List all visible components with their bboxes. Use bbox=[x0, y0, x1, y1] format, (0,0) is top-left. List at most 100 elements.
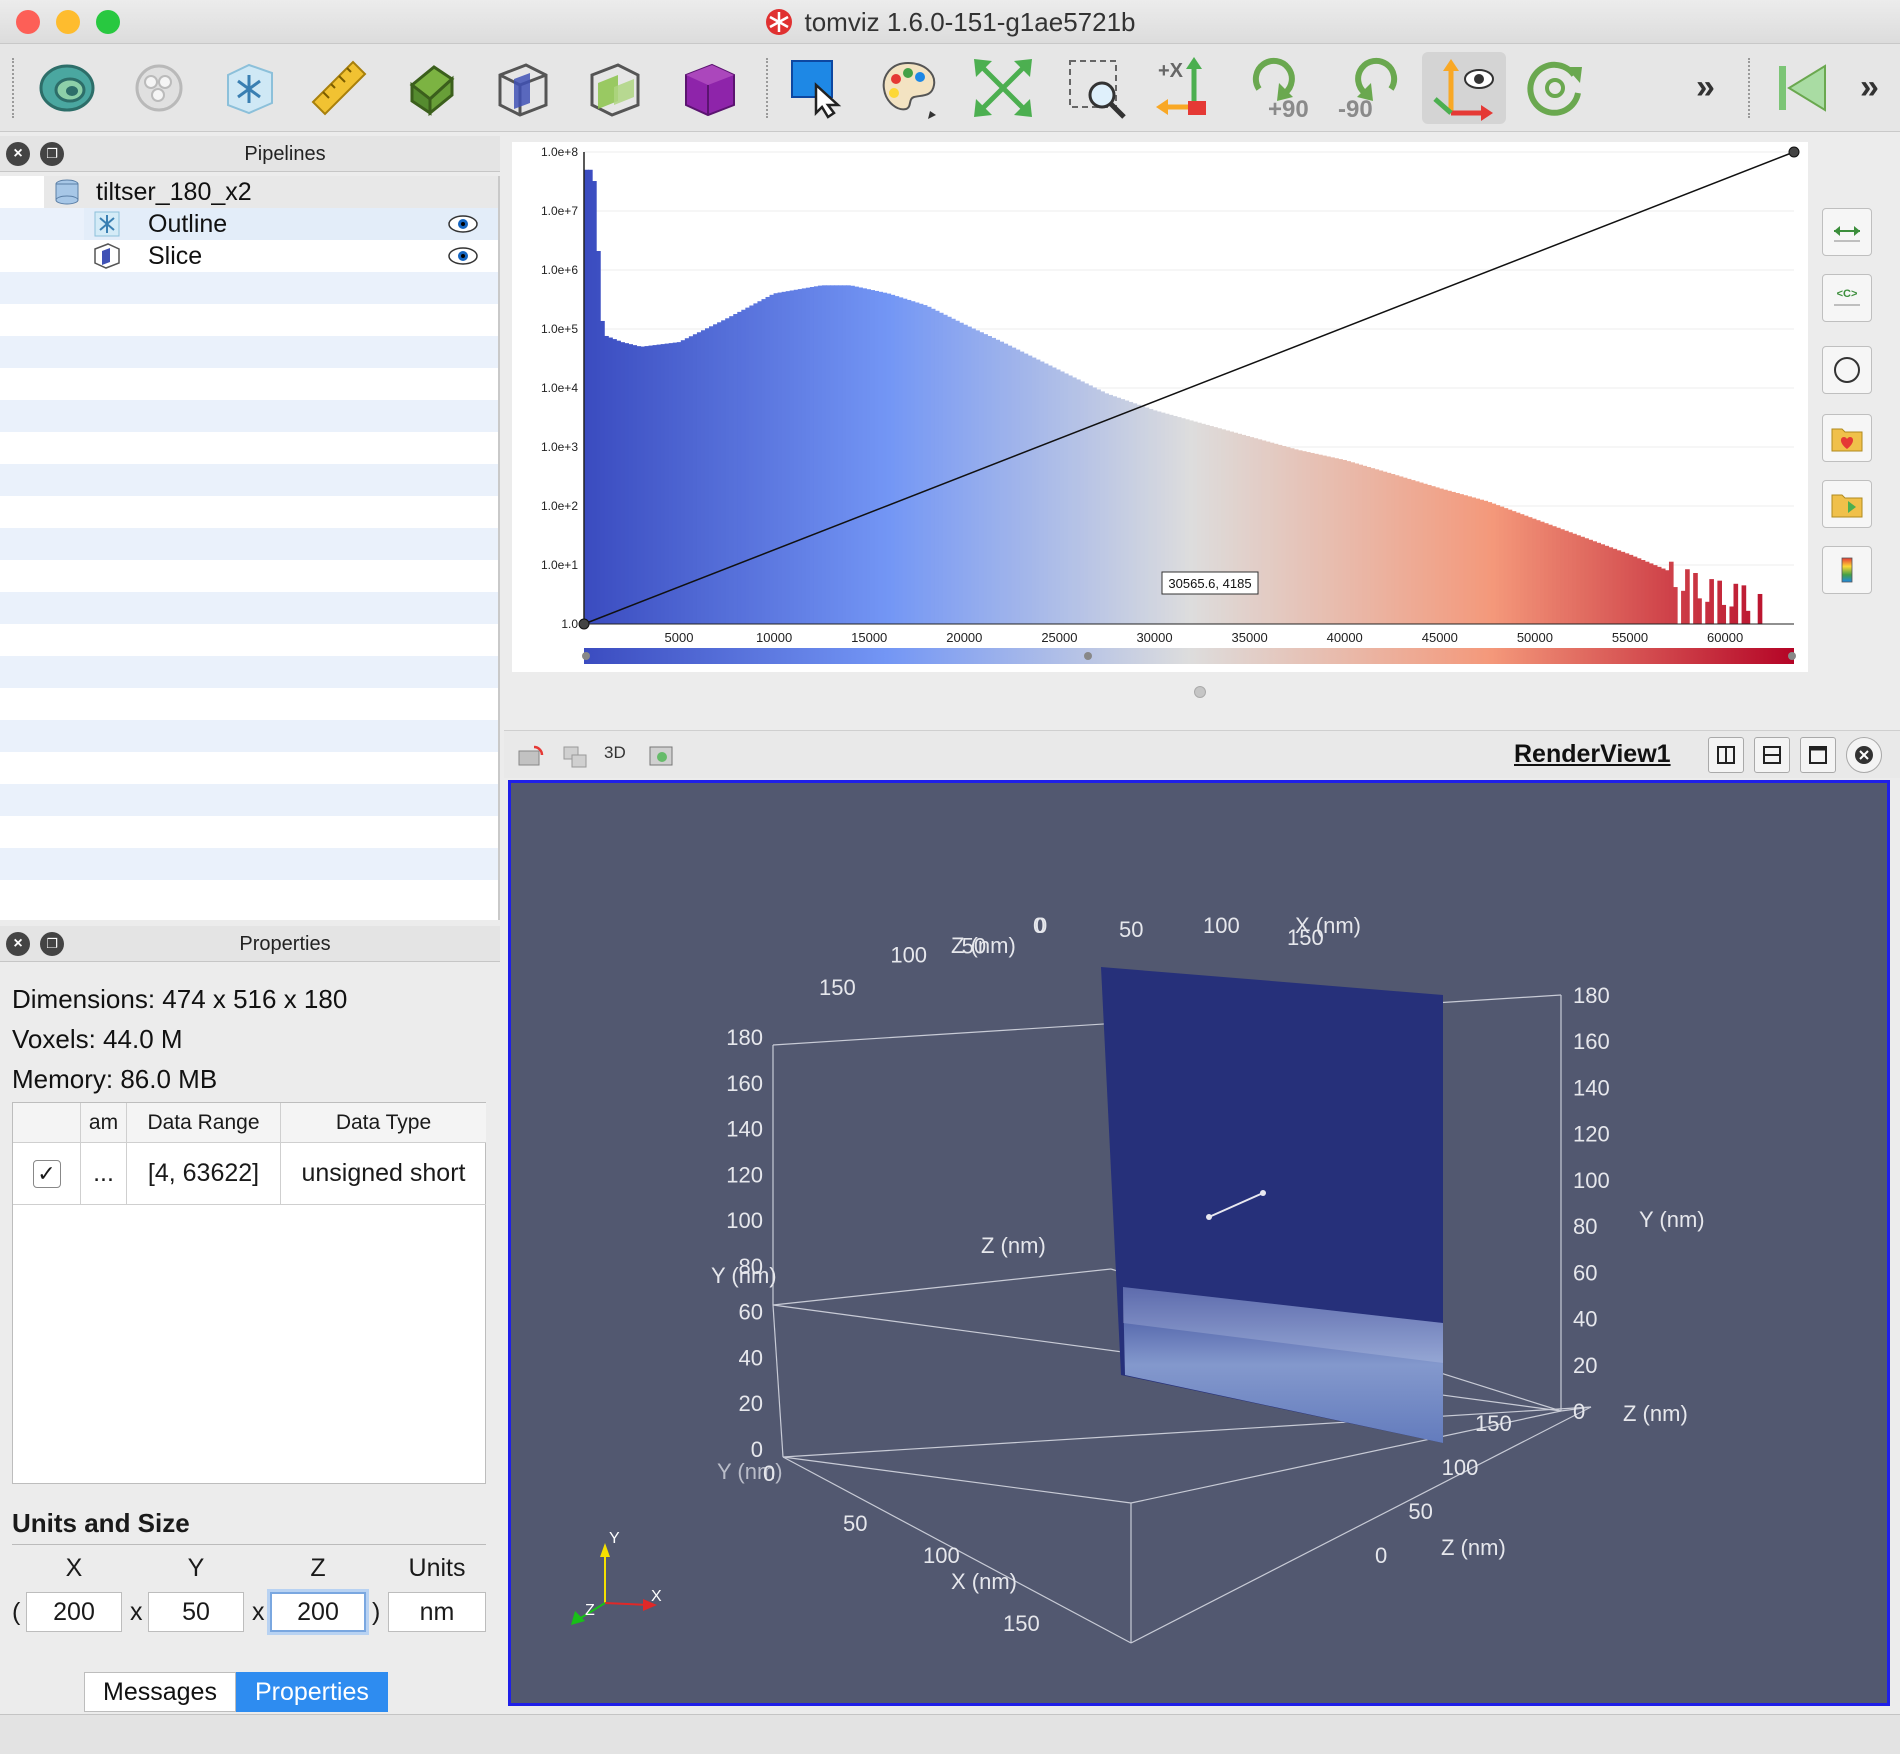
outline-button[interactable] bbox=[210, 52, 288, 124]
close-view-button[interactable] bbox=[1846, 737, 1882, 773]
histogram-tooltip-text: 30565.6, 4185 bbox=[1168, 576, 1251, 591]
outline-visibility-eye-icon[interactable] bbox=[448, 215, 478, 233]
histogram-bar bbox=[1539, 521, 1545, 624]
histogram-bar bbox=[959, 322, 964, 624]
color-map-bar[interactable] bbox=[584, 648, 1794, 664]
load-preset-button[interactable] bbox=[1822, 480, 1872, 528]
left-y-tick-label: 80 bbox=[739, 1254, 763, 1279]
color-legend-button[interactable] bbox=[1822, 546, 1872, 594]
left-y-tick-label: 160 bbox=[726, 1071, 763, 1096]
pipeline-tree[interactable]: tiltser_180_x2 Outline Slice bbox=[0, 176, 500, 920]
bottom-z-tick-label: 50 bbox=[1408, 1499, 1432, 1524]
segment-button[interactable] bbox=[120, 52, 198, 124]
histogram-bar bbox=[930, 308, 936, 624]
histogram-bar bbox=[1116, 397, 1122, 624]
opacity-control-point-start[interactable] bbox=[578, 618, 590, 630]
split-horizontal-button[interactable] bbox=[1708, 737, 1744, 773]
histogram-tooltip: 30565.6, 4185 bbox=[1161, 571, 1259, 595]
histogram-bar bbox=[1374, 469, 1380, 624]
capture-screenshot-button[interactable] bbox=[516, 741, 546, 771]
custom-range-button[interactable]: <C> bbox=[1822, 274, 1872, 322]
color-point-low[interactable] bbox=[582, 652, 590, 660]
capture-view-button[interactable] bbox=[646, 741, 676, 771]
volume-button[interactable] bbox=[670, 52, 748, 124]
split-vertical-button[interactable] bbox=[1754, 737, 1790, 773]
link-camera-button[interactable] bbox=[560, 741, 590, 771]
histogram-bar bbox=[1697, 598, 1702, 624]
size-y-input[interactable]: 50 bbox=[148, 1592, 244, 1632]
left-y-tick-label: 120 bbox=[726, 1162, 763, 1187]
tab-properties[interactable]: Properties bbox=[235, 1672, 388, 1712]
pipeline-item-slice-label: Slice bbox=[148, 241, 203, 270]
ruler-button[interactable] bbox=[300, 52, 378, 124]
screenshot-icon bbox=[649, 746, 673, 766]
size-z-input[interactable]: 200 bbox=[270, 1592, 366, 1632]
histogram-bar bbox=[1648, 563, 1654, 624]
reset-range-button[interactable] bbox=[1822, 208, 1872, 256]
histogram-bar bbox=[1378, 470, 1384, 624]
histogram-bar bbox=[628, 344, 633, 624]
contour-button[interactable] bbox=[28, 52, 106, 124]
toolbar-overflow-2-button[interactable]: » bbox=[1860, 68, 1879, 107]
units-input[interactable]: nm bbox=[388, 1592, 486, 1632]
col-header-data-type[interactable]: Data Type bbox=[281, 1103, 486, 1143]
ruler-handle-end[interactable] bbox=[1260, 1190, 1266, 1196]
tab-messages[interactable]: Messages bbox=[84, 1672, 236, 1712]
properties-title: Properties bbox=[239, 933, 331, 955]
render-scene[interactable]: Z (nm) X (nm) Y (nm) Y (nm) Z (nm) X (nm… bbox=[511, 783, 1887, 1703]
refresh-button[interactable] bbox=[1516, 52, 1594, 124]
ruler-handle-start[interactable] bbox=[1206, 1214, 1212, 1220]
clip-button[interactable] bbox=[392, 52, 470, 124]
opacity-control-point-end[interactable] bbox=[1788, 146, 1800, 158]
render-view-title[interactable]: RenderView1 bbox=[1514, 740, 1671, 769]
histogram-bar bbox=[1265, 441, 1271, 624]
color-point-high[interactable] bbox=[1788, 652, 1796, 660]
zoom-to-box-button[interactable] bbox=[1058, 52, 1136, 124]
size-x-input[interactable]: 200 bbox=[26, 1592, 122, 1632]
histogram-bar bbox=[1664, 570, 1670, 624]
maximize-view-button[interactable] bbox=[1800, 737, 1836, 773]
reset-axis-button[interactable]: +X bbox=[1150, 52, 1228, 124]
interaction-mode-button[interactable] bbox=[1422, 52, 1506, 124]
col-header-data-range[interactable]: Data Range bbox=[127, 1103, 281, 1143]
contour-icon bbox=[39, 64, 95, 112]
orthogonal-slice-button[interactable] bbox=[576, 52, 654, 124]
color-point-mid[interactable] bbox=[1084, 652, 1092, 660]
col-header-name[interactable]: am bbox=[81, 1103, 127, 1143]
histogram-bar bbox=[862, 288, 867, 624]
histogram-bar bbox=[971, 328, 976, 624]
splitter-handle[interactable] bbox=[1194, 686, 1206, 698]
reset-camera-button[interactable] bbox=[964, 52, 1042, 124]
render-view[interactable]: Z (nm) X (nm) Y (nm) Y (nm) Z (nm) X (nm… bbox=[508, 780, 1890, 1706]
save-preset-button[interactable] bbox=[1822, 414, 1872, 462]
pipeline-item-slice[interactable]: Slice bbox=[84, 240, 498, 272]
histogram-bar bbox=[709, 326, 714, 624]
histogram-bar bbox=[1249, 437, 1255, 624]
slice-visibility-eye-icon[interactable] bbox=[448, 247, 478, 265]
pipeline-item-outline[interactable]: Outline bbox=[84, 208, 498, 240]
histogram-bar bbox=[1047, 365, 1053, 624]
toggle-3d-button[interactable]: 3D bbox=[604, 743, 626, 763]
select-data-button[interactable] bbox=[780, 52, 858, 124]
first-frame-button[interactable] bbox=[1762, 52, 1840, 124]
histogram-x-tick-label: 5000 bbox=[665, 630, 694, 645]
toolbar-overflow-1-button[interactable]: » bbox=[1696, 68, 1715, 107]
histogram-bar bbox=[1543, 523, 1549, 624]
histogram-bar bbox=[1552, 526, 1557, 624]
histogram-bar bbox=[1580, 536, 1585, 624]
color-map-button[interactable] bbox=[870, 52, 948, 124]
histogram-chart[interactable]: 1.0 1.0e+1 1.0e+2 1.0e+3 1.0e+4 1.0e+5 1.0e+6 1… bbox=[512, 142, 1808, 672]
histogram-y-tick-label: 1.0e+5 bbox=[541, 322, 578, 336]
slice-button[interactable] bbox=[484, 52, 562, 124]
histogram-bar bbox=[1068, 375, 1073, 624]
log-scale-button[interactable] bbox=[1822, 346, 1872, 394]
histogram-bar bbox=[838, 285, 843, 624]
left-dock-tabs: Messages Properties bbox=[84, 1672, 388, 1712]
histogram-bar bbox=[1394, 475, 1400, 624]
histogram-bar bbox=[1132, 403, 1138, 624]
pipeline-root-item[interactable]: tiltser_180_x2 bbox=[44, 176, 498, 208]
top-z-tick-label: 100 bbox=[890, 942, 927, 967]
histogram-bar bbox=[1011, 347, 1017, 624]
array-visible-checkbox[interactable]: ✓ bbox=[32, 1159, 61, 1188]
histogram-bar bbox=[705, 328, 710, 624]
